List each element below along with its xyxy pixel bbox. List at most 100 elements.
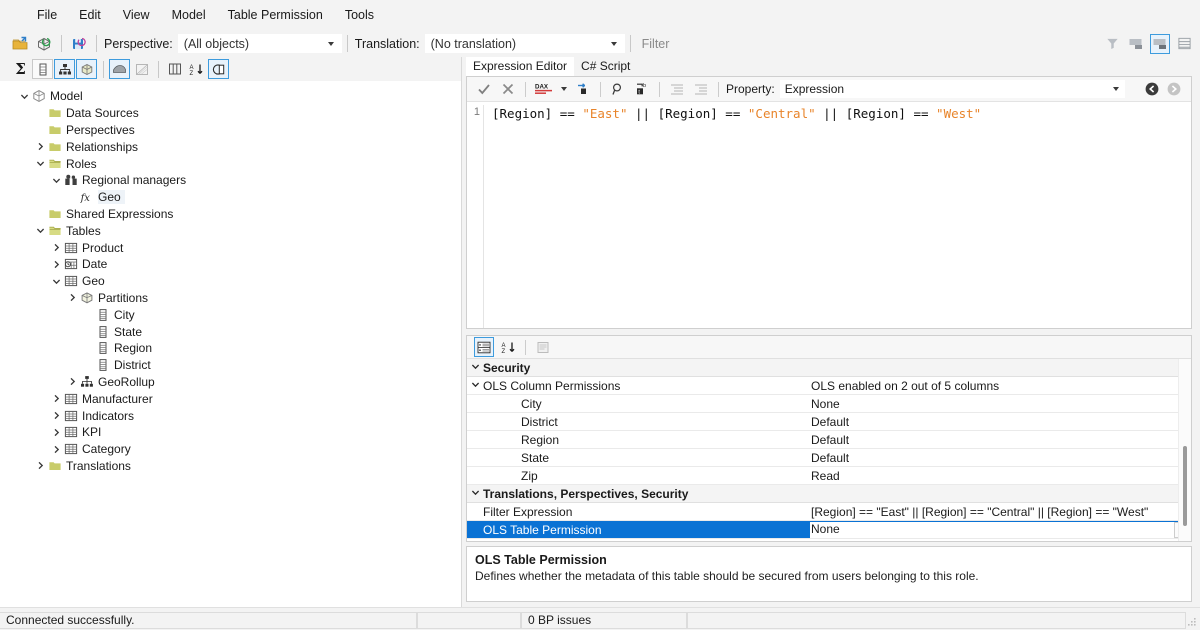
dax-format-dropdown-icon[interactable] xyxy=(559,79,569,99)
tree-item-translations[interactable]: Translations xyxy=(0,458,461,475)
display-folders-icon[interactable] xyxy=(164,59,185,79)
chevron-right-icon[interactable] xyxy=(50,409,63,422)
show-hidden-icon[interactable] xyxy=(109,59,130,79)
property-pages-icon[interactable] xyxy=(533,337,553,357)
chevron-right-icon[interactable] xyxy=(50,426,63,439)
chevron-right-icon[interactable] xyxy=(50,392,63,405)
tree-item-geo[interactable]: fx Geo xyxy=(0,189,461,206)
chevron-down-icon[interactable] xyxy=(467,488,483,499)
filter-input[interactable]: Filter xyxy=(635,34,1100,53)
tree-item-date[interactable]: Date xyxy=(0,256,461,273)
property-row[interactable]: State Default xyxy=(467,449,1191,467)
tab-expression-editor[interactable]: Expression Editor xyxy=(466,57,575,76)
scrollbar-thumb[interactable] xyxy=(1183,446,1187,527)
property-value-cell[interactable]: Default xyxy=(810,415,1191,429)
tree-item-indicators[interactable]: Indicators xyxy=(0,407,461,424)
property-grid-rows[interactable]: Security OLS Column Permissions OLS enable… xyxy=(467,359,1191,541)
property-row[interactable]: Region Default xyxy=(467,431,1191,449)
menu-item-file[interactable]: File xyxy=(26,4,68,26)
property-category-row[interactable]: Security xyxy=(467,359,1191,377)
tree-item-kpi[interactable]: KPI xyxy=(0,424,461,441)
perspective-objects-icon[interactable] xyxy=(208,59,229,79)
property-value-cell[interactable]: None xyxy=(810,397,1191,411)
tree-item-georollup[interactable]: GeoRollup xyxy=(0,374,461,391)
outdent-icon[interactable] xyxy=(691,79,711,99)
property-category-row[interactable]: Translations, Perspectives, Security xyxy=(467,485,1191,503)
resize-grip-icon[interactable] xyxy=(1186,616,1198,628)
chevron-right-icon[interactable] xyxy=(34,140,47,153)
hierarchies-icon[interactable] xyxy=(54,59,75,79)
nav-back-icon[interactable] xyxy=(1143,80,1161,98)
model-tree[interactable]: Model Data Sources Perspectives Relationshi… xyxy=(0,81,461,607)
menu-item-tools[interactable]: Tools xyxy=(334,4,385,26)
menu-item-edit[interactable]: Edit xyxy=(68,4,112,26)
tree-item-category[interactable]: Category xyxy=(0,441,461,458)
chevron-right-icon[interactable] xyxy=(50,241,63,254)
tree-item-perspectives[interactable]: Perspectives xyxy=(0,122,461,139)
tree-item-model[interactable]: Model xyxy=(0,88,461,105)
chevron-down-icon[interactable] xyxy=(467,380,483,391)
chevron-right-icon[interactable] xyxy=(66,375,79,388)
menu-item-model[interactable]: Model xyxy=(161,4,217,26)
property-value-cell[interactable]: OLS enabled on 2 out of 5 columns xyxy=(810,379,1191,393)
tree-item-product[interactable]: Product xyxy=(0,239,461,256)
columns-icon[interactable] xyxy=(32,59,53,79)
save-model-icon[interactable] xyxy=(69,34,89,54)
chevron-right-icon[interactable] xyxy=(50,258,63,271)
grid-view-icon[interactable] xyxy=(1174,34,1194,54)
property-value-cell[interactable]: Default xyxy=(810,433,1191,447)
property-row[interactable]: District Default xyxy=(467,413,1191,431)
nav-forward-icon[interactable] xyxy=(1165,80,1183,98)
property-select[interactable]: Expression xyxy=(779,80,1125,98)
chevron-down-icon[interactable] xyxy=(18,90,31,103)
menu-item-view[interactable]: View xyxy=(112,4,161,26)
tree-item-shared-expressions[interactable]: Shared Expressions xyxy=(0,206,461,223)
tree-item-manufacturer[interactable]: Manufacturer xyxy=(0,390,461,407)
insert-icon[interactable] xyxy=(573,79,593,99)
chevron-down-icon[interactable] xyxy=(467,362,483,373)
property-row[interactable]: City None xyxy=(467,395,1191,413)
dax-expression-text[interactable]: [Region] == "East" || [Region] == "Centr… xyxy=(484,105,981,328)
property-row[interactable]: Filter Expression [Region] == "East" || [… xyxy=(467,503,1191,521)
refresh-model-icon[interactable] xyxy=(34,34,54,54)
indent-icon[interactable] xyxy=(667,79,687,99)
tree-item-partitions[interactable]: Partitions xyxy=(0,290,461,307)
diagram-icon[interactable] xyxy=(131,59,152,79)
property-value-cell[interactable]: Read xyxy=(810,469,1191,483)
tree-item-region[interactable]: Region xyxy=(0,340,461,357)
chevron-down-icon[interactable] xyxy=(50,174,63,187)
chevron-right-icon[interactable] xyxy=(34,459,47,472)
property-value-cell[interactable]: None xyxy=(810,521,1191,538)
translation-select[interactable]: (No translation) xyxy=(424,34,625,53)
property-value-cell[interactable]: Default xyxy=(810,451,1191,465)
tab-csharp-script[interactable]: C# Script xyxy=(574,57,638,76)
cancel-x-icon[interactable] xyxy=(498,79,518,99)
sum-measures-icon[interactable]: Σ xyxy=(10,59,31,79)
convert-case-icon[interactable]: b t xyxy=(632,79,652,99)
chevron-down-icon[interactable] xyxy=(50,275,63,288)
show-properties-icon[interactable] xyxy=(1150,33,1170,54)
categorized-icon[interactable] xyxy=(474,337,494,357)
dax-code-area[interactable]: 1 [Region] == "East" || [Region] == "Cen… xyxy=(467,102,1191,328)
property-value-cell[interactable]: [Region] == "East" || [Region] == "Centr… xyxy=(810,505,1191,519)
alphabetical-sort-icon[interactable]: A Z xyxy=(498,337,518,357)
property-row[interactable]: OLS Column Permissions OLS enabled on 2 o… xyxy=(467,377,1191,395)
property-row[interactable]: Zip Read xyxy=(467,467,1191,485)
tree-item-state[interactable]: State xyxy=(0,323,461,340)
tree-item-city[interactable]: City xyxy=(0,306,461,323)
open-model-icon[interactable] xyxy=(10,34,30,54)
tree-item-regional-managers[interactable]: Regional managers xyxy=(0,172,461,189)
property-row[interactable]: OLS Table Permission None xyxy=(467,521,1191,539)
tree-item-geo[interactable]: Geo xyxy=(0,273,461,290)
perspective-select[interactable]: (All objects) xyxy=(177,34,342,53)
tree-item-tables[interactable]: Tables xyxy=(0,222,461,239)
chevron-right-icon[interactable] xyxy=(66,291,79,304)
chevron-down-icon[interactable] xyxy=(34,224,47,237)
chevron-right-icon[interactable] xyxy=(50,443,63,456)
status-bp-issues[interactable]: 0 BP issues xyxy=(521,611,687,629)
tree-item-relationships[interactable]: Relationships xyxy=(0,138,461,155)
tree-item-district[interactable]: District xyxy=(0,357,461,374)
sort-alpha-icon[interactable]: A Z xyxy=(186,59,207,79)
property-grid-scrollbar[interactable] xyxy=(1178,359,1191,541)
filter-icon[interactable] xyxy=(1102,34,1122,54)
